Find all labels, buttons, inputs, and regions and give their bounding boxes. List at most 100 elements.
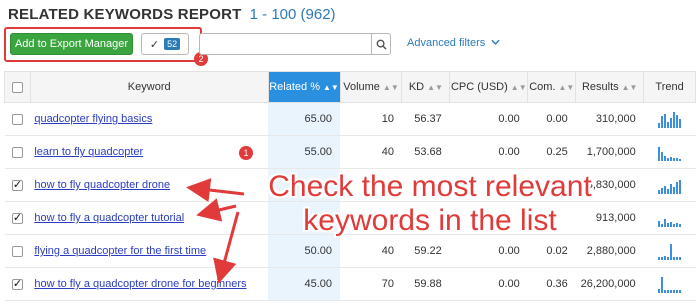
column-kd[interactable]: KD ▲▼ (401, 71, 451, 103)
competition-cell: 0.25 (527, 135, 576, 169)
row-checkbox[interactable] (11, 146, 23, 158)
keyword-link[interactable]: how to fly a quadcopter tutorial (30, 212, 184, 224)
instruction-annotation: Check the most relevant keywords in the … (250, 170, 610, 238)
volume-cell: 40 (340, 135, 402, 169)
trend-bar (661, 188, 664, 194)
column-cpc[interactable]: CPC (USD) ▲▼ (449, 71, 529, 103)
trend-bar (661, 224, 664, 227)
table-row: quadcopter flying basics 65.00 10 56.37 0.00… (4, 102, 696, 136)
trend-bar (670, 118, 673, 128)
trend-bar (679, 257, 682, 260)
trend-bar (670, 157, 673, 161)
trend-bar (664, 256, 667, 260)
keyword-link[interactable]: flying a quadcopter for the first time (30, 245, 206, 257)
trend-bar (670, 222, 673, 227)
competition-cell: 0.00 (527, 102, 576, 136)
trend-bar (658, 221, 661, 227)
keyword-cell: learn to fly quadcopter (30, 135, 269, 169)
keyword-cell: how to fly a quadcopter tutorial (30, 201, 269, 235)
keyword-link[interactable]: quadcopter flying basics (30, 113, 152, 125)
trend-bar (664, 186, 667, 194)
row-checkbox[interactable] (11, 211, 23, 224)
trend-bar (676, 115, 679, 128)
column-keyword[interactable]: Keyword (29, 71, 269, 103)
row-checkbox[interactable] (11, 277, 23, 290)
row-checkbox-cell[interactable] (4, 234, 31, 268)
keyword-link[interactable]: how to fly quadcopter drone (30, 179, 170, 191)
trend-cell (643, 168, 696, 202)
annotation-line-1: Check the most relevant (268, 170, 592, 203)
trend-bar (676, 290, 679, 293)
trend-cell (643, 102, 696, 136)
select-all-checkbox[interactable] (11, 81, 23, 93)
row-checkbox[interactable] (11, 113, 23, 125)
trend-bar (658, 289, 661, 293)
trend-bar (676, 182, 679, 194)
row-checkbox[interactable] (11, 245, 23, 257)
volume-cell: 10 (340, 102, 402, 136)
trend-bar (664, 290, 667, 293)
row-checkbox-cell[interactable] (4, 267, 31, 301)
trend-bar (661, 277, 664, 293)
row-checkbox-cell[interactable] (4, 168, 31, 202)
trend-bar (658, 190, 661, 194)
selected-keywords-button[interactable]: ✓ 52 (141, 33, 189, 55)
related-cell: 55.00 (268, 135, 341, 169)
trend-bar (673, 257, 676, 260)
trend-bar (661, 152, 664, 161)
trend-bar (667, 290, 670, 293)
keyword-link[interactable]: learn to fly quadcopter (30, 146, 143, 158)
results-cell: 2,880,000 (575, 234, 644, 268)
keyword-cell: how to fly a quadcopter drone for beginn… (30, 267, 269, 301)
trend-bar (664, 156, 667, 161)
volume-cell: 40 (340, 234, 402, 268)
sort-icon: ▲▼ (323, 83, 339, 92)
kd-cell: 56.37 (401, 102, 450, 136)
sort-icon: ▲▼ (621, 83, 638, 92)
kd-cell: 59.22 (401, 234, 450, 268)
trend-cell (643, 135, 696, 169)
advanced-filters-link[interactable]: Advanced filters (407, 37, 500, 49)
results-cell: 26,200,000 (575, 267, 644, 301)
trend-bar (664, 114, 667, 128)
sort-icon: ▲▼ (382, 83, 399, 92)
search-button[interactable] (371, 33, 391, 55)
keyword-search-input[interactable] (199, 33, 371, 55)
row-checkbox-cell[interactable] (4, 135, 31, 169)
trend-bar (661, 257, 664, 260)
row-checkbox-cell[interactable] (4, 201, 31, 235)
search-icon (376, 39, 387, 50)
row-checkbox-cell[interactable] (4, 102, 31, 136)
trend-sparkline (644, 176, 696, 194)
sort-icon: ▲▼ (427, 83, 443, 92)
competition-cell: 0.02 (527, 234, 576, 268)
column-results[interactable]: Results ▲▼ (575, 71, 645, 103)
keyword-link[interactable]: how to fly a quadcopter drone for beginn… (30, 278, 246, 290)
row-checkbox[interactable] (11, 178, 23, 191)
kd-cell: 53.68 (401, 135, 450, 169)
trend-bar (673, 224, 676, 227)
column-related[interactable]: Related % ▲▼ (267, 71, 341, 103)
related-cell: 50.00 (268, 234, 341, 268)
selected-count-badge: 52 (164, 38, 181, 50)
column-competition[interactable]: Com. ▲▼ (527, 71, 577, 103)
trend-bar (667, 158, 670, 161)
volume-cell: 70 (340, 267, 402, 301)
column-volume[interactable]: Volume ▲▼ (339, 71, 403, 103)
cpc-cell: 0.00 (449, 102, 528, 136)
trend-bar (661, 116, 664, 128)
result-range[interactable]: 1 - 100 (962) (250, 6, 336, 23)
trend-bar (670, 244, 673, 260)
keyword-cell: flying a quadcopter for the first time (30, 234, 269, 268)
trend-bar (679, 119, 682, 128)
trend-bar (679, 224, 682, 227)
select-all-header[interactable] (4, 71, 31, 103)
trend-bar (667, 223, 670, 227)
annotation-line-2: keywords in the list (303, 204, 557, 237)
trend-bar (658, 257, 661, 260)
trend-bar (670, 290, 673, 293)
column-trend: Trend (643, 71, 696, 103)
add-to-export-manager-button[interactable]: Add to Export Manager (10, 33, 133, 55)
sort-icon: ▲▼ (558, 83, 575, 92)
trend-bar (667, 189, 670, 194)
